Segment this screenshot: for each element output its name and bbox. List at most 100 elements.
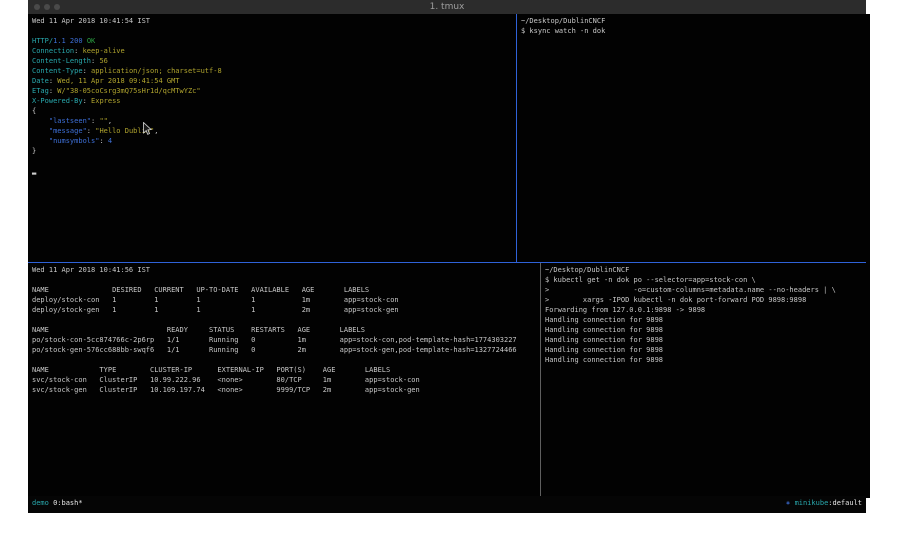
text-segment: po/stock-gen-576cc688bb-swqf6 1/1 Runnin… bbox=[32, 346, 517, 354]
text-segment: $ kubectl get -n dok po --selector=app=s… bbox=[545, 276, 756, 284]
terminal-line: deploy/stock-con 1 1 1 1 1m app=stock-co… bbox=[32, 295, 544, 305]
text-segment: "numsymbols" bbox=[49, 137, 100, 145]
text-segment: : bbox=[99, 137, 107, 145]
terminal-line: { bbox=[32, 106, 520, 116]
text-segment: Express bbox=[91, 97, 121, 105]
minimize-button[interactable] bbox=[44, 4, 50, 10]
terminal-line bbox=[32, 26, 520, 36]
text-segment: 0:bash* bbox=[53, 499, 83, 507]
text-segment: X-Powered-By bbox=[32, 97, 83, 105]
terminal-line: Wed 11 Apr 2018 10:41:56 IST bbox=[32, 265, 544, 275]
terminal-line: Handling connection for 9898 bbox=[545, 325, 870, 335]
text-segment: : bbox=[87, 127, 95, 135]
terminal-line: Wed 11 Apr 2018 10:41:54 IST bbox=[32, 16, 520, 26]
terminal-line: NAME READY STATUS RESTARTS AGE LABELS bbox=[32, 325, 544, 335]
terminal-line: svc/stock-con ClusterIP 10.99.222.96 <no… bbox=[32, 375, 544, 385]
text-segment: Content-Type bbox=[32, 67, 83, 75]
pane-ksync[interactable]: ~/Desktop/DublinCNCF $ ksync watch -n dok bbox=[517, 14, 870, 264]
pane-http-response[interactable]: Wed 11 Apr 2018 10:41:54 IST HTTP/1.1 20… bbox=[28, 14, 520, 264]
text-segment: Wed, 11 Apr 2018 09:41:54 GMT bbox=[57, 77, 179, 85]
terminal-line: Handling connection for 9898 bbox=[545, 345, 870, 355]
terminal-line: $ ksync watch -n dok bbox=[521, 26, 870, 36]
text-segment bbox=[32, 117, 49, 125]
status-left-session-window[interactable]: demo 0:bash* bbox=[32, 498, 83, 513]
terminal-line: deploy/stock-gen 1 1 1 1 2m app=stock-ge… bbox=[32, 305, 544, 315]
text-segment: deploy/stock-con 1 1 1 1 1m app=stock-co… bbox=[32, 296, 399, 304]
text-segment: 4 bbox=[108, 137, 112, 145]
pane-kubectl-get[interactable]: Wed 11 Apr 2018 10:41:56 IST NAME DESIRE… bbox=[28, 263, 544, 498]
text-segment: NAME READY STATUS RESTARTS AGE LABELS bbox=[32, 326, 365, 334]
terminal-line bbox=[32, 355, 544, 365]
text-segment: po/stock-con-5cc874766c-2p6rp 1/1 Runnin… bbox=[32, 336, 517, 344]
terminal-line: ~/Desktop/DublinCNCF bbox=[545, 265, 870, 275]
mouse-cursor bbox=[143, 122, 152, 135]
zoom-button[interactable] bbox=[54, 4, 60, 10]
terminal-line: NAME DESIRED CURRENT UP-TO-DATE AVAILABL… bbox=[32, 285, 544, 295]
text-segment: ⎈ bbox=[786, 499, 794, 507]
terminal-line: X-Powered-By: Express bbox=[32, 96, 520, 106]
text-segment: NAME TYPE CLUSTER-IP EXTERNAL-IP PORT(S)… bbox=[32, 366, 390, 374]
text-segment: ETag bbox=[32, 87, 49, 95]
terminal-line: "message": "Hello Dublin", bbox=[32, 126, 520, 136]
text-segment: ▂ bbox=[32, 167, 36, 175]
close-button[interactable] bbox=[34, 4, 40, 10]
traffic-lights bbox=[34, 4, 60, 10]
terminal-line bbox=[32, 275, 544, 285]
pane-divider-vertical-top[interactable] bbox=[516, 14, 517, 262]
window-titlebar[interactable]: 1. tmux bbox=[28, 0, 866, 14]
text-segment: "message" bbox=[49, 127, 87, 135]
text-segment: Handling connection for 9898 bbox=[545, 326, 663, 334]
text-segment: OK bbox=[87, 37, 95, 45]
text-segment: "lastseen" bbox=[49, 117, 91, 125]
terminal-window: 1. tmux Wed 11 Apr 2018 10:41:54 IST HTT… bbox=[28, 0, 866, 513]
text-segment: Handling connection for 9898 bbox=[545, 316, 663, 324]
terminal-line: ~/Desktop/DublinCNCF bbox=[521, 16, 870, 26]
text-segment: "" bbox=[99, 117, 107, 125]
terminal-line: Handling connection for 9898 bbox=[545, 335, 870, 345]
text-segment: Wed 11 Apr 2018 10:41:54 IST bbox=[32, 17, 150, 25]
terminal-line: Handling connection for 9898 bbox=[545, 315, 870, 325]
text-segment: demo bbox=[32, 499, 49, 507]
text-segment bbox=[32, 127, 49, 135]
text-segment: { bbox=[32, 107, 36, 115]
text-segment: svc/stock-gen ClusterIP 10.109.197.74 <n… bbox=[32, 386, 420, 394]
tmux-status-bar: demo 0:bash* ⎈ minikube:default bbox=[28, 496, 866, 513]
terminal-line: Handling connection for 9898 bbox=[545, 355, 870, 365]
terminal-line: HTTP/1.1 200 OK bbox=[32, 36, 520, 46]
text-segment: : bbox=[83, 97, 91, 105]
text-segment: application/json; charset=utf-8 bbox=[91, 67, 222, 75]
terminal-line: "numsymbols": 4 bbox=[32, 136, 520, 146]
text-segment: : bbox=[74, 47, 82, 55]
text-segment: Wed 11 Apr 2018 10:41:56 IST bbox=[32, 266, 150, 274]
text-segment: , bbox=[108, 117, 112, 125]
text-segment: Handling connection for 9898 bbox=[545, 346, 663, 354]
terminal-line: } bbox=[32, 146, 520, 156]
text-segment: Date bbox=[32, 77, 49, 85]
terminal-line: Content-Type: application/json; charset=… bbox=[32, 66, 520, 76]
window-title: 1. tmux bbox=[28, 0, 866, 14]
terminal-line: ETag: W/"38-05coCsrg3mQ75sHr1d/qcMTwYZc" bbox=[32, 86, 520, 96]
terminal-line: > xargs -IPOD kubectl -n dok port-forwar… bbox=[545, 295, 870, 305]
terminal-line bbox=[32, 315, 544, 325]
text-segment: 56 bbox=[99, 57, 107, 65]
terminal-line: $ kubectl get -n dok po --selector=app=s… bbox=[545, 275, 870, 285]
tmux-panes: Wed 11 Apr 2018 10:41:54 IST HTTP/1.1 20… bbox=[28, 14, 866, 496]
pane-port-forward[interactable]: ~/Desktop/DublinCNCF $ kubectl get -n dok… bbox=[541, 263, 870, 498]
terminal-line: Forwarding from 127.0.0.1:9898 -> 9898 bbox=[545, 305, 870, 315]
terminal-line: Date: Wed, 11 Apr 2018 09:41:54 GMT bbox=[32, 76, 520, 86]
text-segment: $ ksync watch -n dok bbox=[521, 27, 605, 35]
text-segment: ~/Desktop/DublinCNCF bbox=[545, 266, 629, 274]
text-segment bbox=[32, 137, 49, 145]
terminal-line: po/stock-con-5cc874766c-2p6rp 1/1 Runnin… bbox=[32, 335, 544, 345]
text-segment: deploy/stock-gen 1 1 1 1 2m app=stock-ge… bbox=[32, 306, 399, 314]
text-segment: > xargs -IPOD kubectl -n dok port-forwar… bbox=[545, 296, 806, 304]
terminal-line bbox=[32, 156, 520, 166]
text-segment: :default bbox=[828, 499, 862, 507]
text-segment: Connection bbox=[32, 47, 74, 55]
text-segment: } bbox=[32, 147, 36, 155]
text-segment: ~/Desktop/DublinCNCF bbox=[521, 17, 605, 25]
terminal-line: "lastseen": "", bbox=[32, 116, 520, 126]
text-segment: minikube bbox=[795, 499, 829, 507]
text-segment: Handling connection for 9898 bbox=[545, 356, 663, 364]
text-segment: svc/stock-con ClusterIP 10.99.222.96 <no… bbox=[32, 376, 420, 384]
